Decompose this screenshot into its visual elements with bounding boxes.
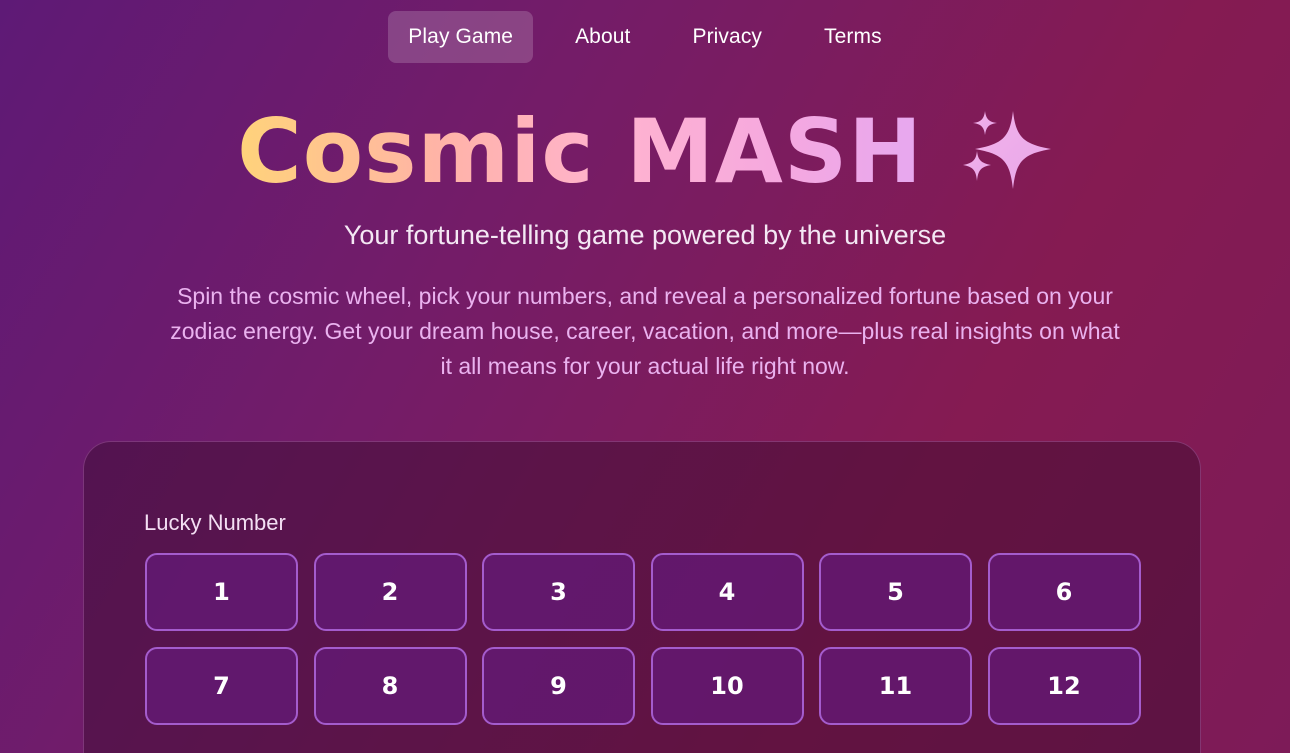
- lucky-number-option-4[interactable]: 4: [650, 553, 804, 631]
- game-panel: Lucky Number 1 2 3 4 5 6 7 8 9 10 11 12: [83, 441, 1201, 753]
- nav-about[interactable]: About: [555, 11, 650, 63]
- lucky-number-option-10[interactable]: 10: [650, 647, 804, 725]
- lucky-number-option-11[interactable]: 11: [819, 647, 972, 725]
- lucky-number-option-3[interactable]: 3: [482, 553, 635, 631]
- nav-play-game[interactable]: Play Game: [388, 11, 534, 63]
- lucky-number-label: Lucky Number: [144, 510, 286, 535]
- nav-privacy[interactable]: Privacy: [672, 11, 782, 63]
- lucky-number-option-1[interactable]: 1: [145, 553, 298, 631]
- page-description: Spin the cosmic wheel, pick your numbers…: [170, 283, 1120, 379]
- lucky-number-option-8[interactable]: 8: [313, 647, 467, 725]
- sparkles-icon: [962, 111, 1051, 190]
- page-title: Cosmic MASH: [237, 100, 923, 203]
- nav-terms[interactable]: Terms: [804, 11, 902, 63]
- lucky-number-option-2[interactable]: 2: [313, 553, 467, 631]
- lucky-number-option-6[interactable]: 6: [987, 553, 1141, 631]
- lucky-number-option-5[interactable]: 5: [819, 553, 972, 631]
- lucky-number-option-7[interactable]: 7: [145, 647, 298, 725]
- hero-title-row: Cosmic MASH: [0, 100, 1290, 203]
- top-nav: Play Game About Privacy Terms: [0, 11, 1290, 63]
- page-subtitle: Your fortune-telling game powered by the…: [343, 220, 947, 250]
- lucky-number-option-12[interactable]: 12: [987, 647, 1141, 725]
- lucky-number-option-9[interactable]: 9: [482, 647, 635, 725]
- lucky-number-grid: 1 2 3 4 5 6 7 8 9 10 11 12: [145, 553, 1141, 725]
